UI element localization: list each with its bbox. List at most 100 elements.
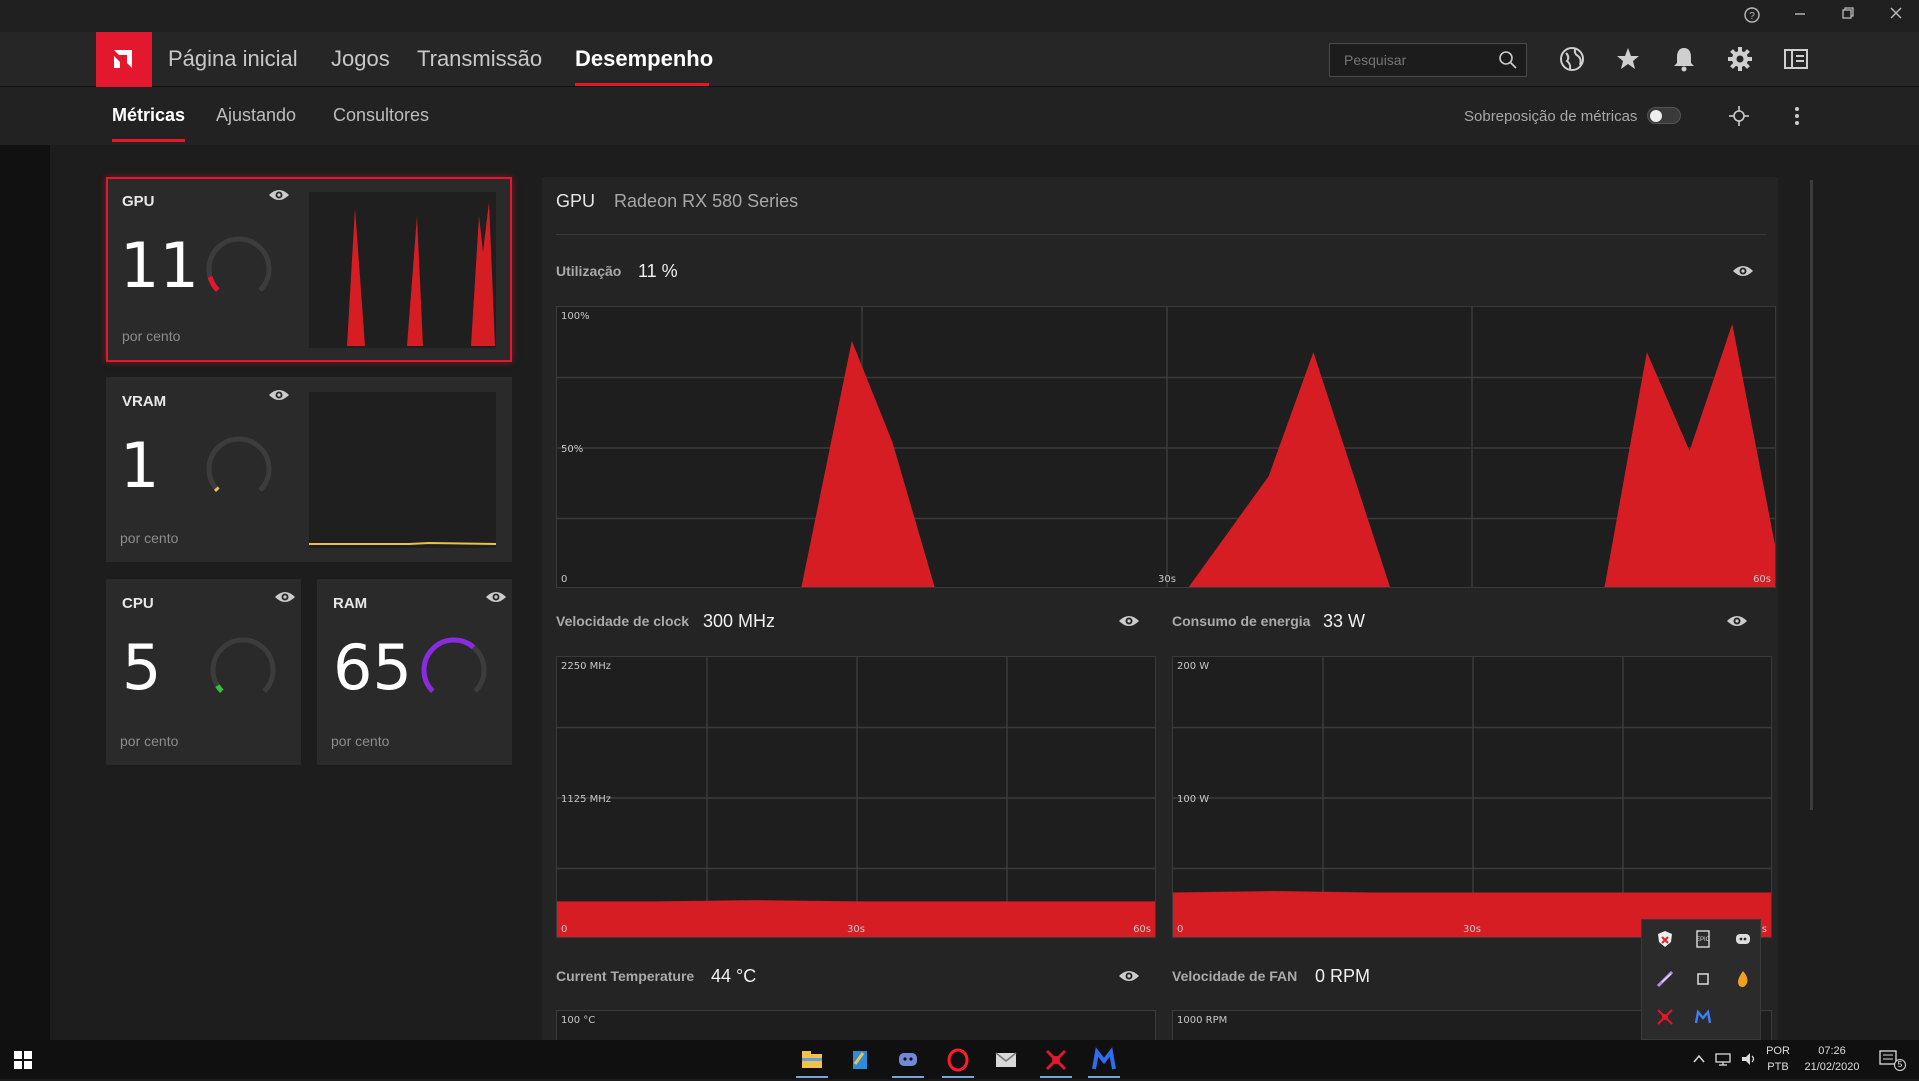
card-value: 1 bbox=[120, 429, 160, 502]
clock-time[interactable]: 07:26 bbox=[1798, 1045, 1866, 1057]
gauge bbox=[206, 236, 272, 292]
amd-tray-icon[interactable] bbox=[1654, 1006, 1676, 1028]
gear-icon[interactable] bbox=[1726, 45, 1754, 73]
card-unit: por cento bbox=[122, 328, 181, 344]
search-icon[interactable] bbox=[1498, 50, 1518, 75]
utilization-graph: 100% 50% 0 30s 60s bbox=[556, 306, 1776, 588]
minimize-icon[interactable] bbox=[1790, 6, 1810, 26]
eye-icon[interactable] bbox=[268, 187, 290, 203]
card-value: 11 bbox=[120, 229, 199, 302]
x-start-label: 0 bbox=[561, 574, 568, 585]
fan-value: 0 RPM bbox=[1315, 966, 1371, 986]
globe-icon[interactable] bbox=[1558, 45, 1586, 73]
card-value: 65 bbox=[333, 631, 412, 704]
network-icon[interactable] bbox=[1714, 1051, 1732, 1072]
help-icon[interactable]: ? bbox=[1742, 6, 1762, 26]
shield-app-icon[interactable] bbox=[1654, 928, 1676, 950]
svg-text:?: ? bbox=[1749, 11, 1755, 22]
file-explorer-icon[interactable] bbox=[792, 1044, 832, 1078]
more-options-icon[interactable] bbox=[1786, 105, 1808, 132]
overlay-toggle[interactable] bbox=[1647, 107, 1681, 124]
gauge-track bbox=[206, 236, 272, 292]
eye-icon[interactable] bbox=[1726, 613, 1748, 634]
nav-performance[interactable]: Desempenho bbox=[575, 46, 713, 72]
epic-games-icon[interactable]: EPIC bbox=[1692, 928, 1714, 950]
y-max-label: 100 °C bbox=[561, 1015, 596, 1026]
title-bar: ? bbox=[0, 0, 1919, 32]
discord-icon[interactable] bbox=[888, 1044, 928, 1078]
notification-center-icon[interactable]: 5 bbox=[1878, 1049, 1906, 1071]
nav-streaming[interactable]: Transmissão bbox=[417, 46, 542, 72]
volume-icon[interactable] bbox=[1740, 1051, 1758, 1072]
nav-games[interactable]: Jogos bbox=[331, 46, 390, 72]
windows-start-icon[interactable] bbox=[14, 1051, 32, 1074]
scrollbar[interactable] bbox=[1810, 180, 1813, 810]
x-end-label: 60s bbox=[1753, 574, 1771, 585]
keyboard-layout-label[interactable]: PTB bbox=[1764, 1061, 1792, 1073]
clock-date[interactable]: 21/02/2020 bbox=[1798, 1061, 1866, 1073]
panel-title: GPU Radeon RX 580 Series bbox=[556, 191, 798, 212]
eye-icon[interactable] bbox=[485, 589, 507, 605]
gpu-detail-panel: GPU Radeon RX 580 Series Utilização 11 %… bbox=[542, 177, 1778, 1050]
language-label[interactable]: POR bbox=[1764, 1045, 1792, 1057]
crosshair-icon[interactable] bbox=[1728, 105, 1750, 132]
eye-icon[interactable] bbox=[1732, 263, 1754, 284]
star-icon[interactable] bbox=[1614, 45, 1642, 73]
x-mid-label: 30s bbox=[847, 924, 865, 935]
svg-text:EPIC: EPIC bbox=[1696, 937, 1711, 943]
panel-icon[interactable] bbox=[1782, 45, 1810, 73]
top-navigation: Página inicial Jogos Transmissão Desempe… bbox=[0, 32, 1919, 87]
amd-radeon-icon[interactable] bbox=[1036, 1044, 1076, 1078]
tab-tuning[interactable]: Ajustando bbox=[216, 105, 296, 126]
overlay-label: Sobreposição de métricas bbox=[1464, 108, 1638, 125]
notes-icon[interactable] bbox=[840, 1044, 880, 1078]
card-title: RAM bbox=[333, 595, 368, 612]
clock-graph: 2250 MHz 1125 MHz 0 30s 60s bbox=[556, 656, 1156, 938]
x-start-label: 0 bbox=[1177, 924, 1184, 935]
gauge-fill bbox=[213, 486, 220, 492]
x-start-label: 0 bbox=[561, 924, 568, 935]
restore-icon[interactable] bbox=[1838, 6, 1858, 26]
search-box[interactable] bbox=[1329, 43, 1527, 77]
x-end-label: 60s bbox=[1133, 924, 1151, 935]
y-mid-label: 1125 MHz bbox=[561, 794, 612, 805]
gpu-card[interactable]: GPU 11 por cento bbox=[106, 177, 512, 362]
discord-tray-icon[interactable] bbox=[1732, 928, 1754, 950]
cpu-card[interactable]: CPU 5 por cento bbox=[106, 579, 301, 765]
gauge bbox=[210, 637, 276, 693]
divider bbox=[556, 234, 1766, 235]
window-app-icon[interactable] bbox=[1692, 968, 1714, 990]
eye-icon[interactable] bbox=[268, 387, 290, 403]
card-unit: por cento bbox=[331, 733, 390, 749]
clock-value: 300 MHz bbox=[703, 611, 776, 631]
malwarebytes-tray-icon[interactable] bbox=[1692, 1006, 1714, 1028]
ram-card[interactable]: RAM 65 por cento bbox=[317, 579, 512, 765]
nav-home[interactable]: Página inicial bbox=[168, 46, 298, 72]
close-icon[interactable] bbox=[1886, 6, 1906, 26]
vram-card[interactable]: VRAM 1 por cento bbox=[106, 377, 512, 562]
chevron-up-icon[interactable] bbox=[1692, 1052, 1706, 1071]
panel-device-name: Radeon RX 580 Series bbox=[614, 191, 799, 211]
clock-label: Velocidade de clock bbox=[556, 613, 690, 629]
amd-logo-icon[interactable] bbox=[96, 32, 152, 87]
malwarebytes-icon[interactable] bbox=[1084, 1044, 1124, 1078]
opera-icon[interactable] bbox=[938, 1044, 978, 1078]
power-graph: 200 W 100 W 0 30s s bbox=[1172, 656, 1772, 938]
tab-metrics[interactable]: Métricas bbox=[112, 105, 185, 126]
x-mid-label: 30s bbox=[1158, 574, 1176, 585]
fire-app-icon[interactable] bbox=[1732, 968, 1754, 990]
notification-count: 5 bbox=[1894, 1059, 1906, 1071]
gauge-fill bbox=[215, 684, 224, 693]
eye-icon[interactable] bbox=[274, 589, 296, 605]
eye-icon[interactable] bbox=[1118, 968, 1140, 989]
feather-app-icon[interactable] bbox=[1654, 968, 1676, 990]
bell-icon[interactable] bbox=[1670, 45, 1698, 73]
mail-icon[interactable] bbox=[986, 1044, 1026, 1078]
utilization-value: 11 % bbox=[638, 261, 678, 281]
tab-advisors[interactable]: Consultores bbox=[333, 105, 429, 126]
eye-icon[interactable] bbox=[1118, 613, 1140, 634]
y-mid-label: 100 W bbox=[1177, 794, 1210, 805]
search-input[interactable] bbox=[1344, 52, 1494, 68]
utilization-label: Utilização bbox=[556, 263, 622, 279]
tab-active-underline bbox=[112, 139, 185, 142]
